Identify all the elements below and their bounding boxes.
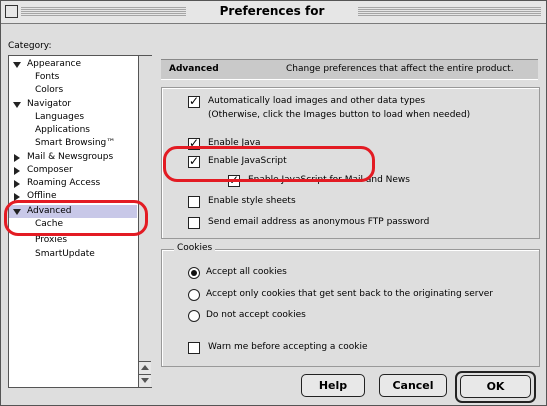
ok-button[interactable]: OK — [460, 375, 531, 398]
title-stripes-right — [358, 6, 541, 17]
collapsed-triangle-icon[interactable] — [14, 167, 20, 175]
tree-item-label: Languages — [35, 112, 85, 122]
enable-style-sheets-checkbox[interactable] — [188, 196, 200, 208]
help-button[interactable]: Help — [301, 374, 365, 397]
tree-item-mail-newsgroups[interactable]: Mail & Newsgroups — [9, 151, 137, 164]
panel-description: Change preferences that affect the entir… — [286, 64, 514, 74]
accept-all-cookies-label: Accept all cookies — [206, 267, 287, 277]
tree-item-label: SmartUpdate — [35, 249, 95, 259]
javascript-highlight-circle — [163, 146, 375, 182]
title-bar[interactable]: Preferences for — [1, 1, 546, 24]
send-email-ftp-label: Send email address as anonymous FTP pass… — [208, 217, 430, 227]
tree-item-label: Applications — [35, 125, 90, 135]
tree-item-navigator[interactable]: Navigator — [9, 98, 137, 111]
scroll-down-arrow[interactable] — [139, 374, 151, 387]
tree-item-smartupdate[interactable]: SmartUpdate — [9, 248, 137, 261]
tree-item-roaming-access[interactable]: Roaming Access — [9, 177, 137, 190]
advanced-highlight-circle — [4, 200, 148, 236]
tree-item-applications[interactable]: Applications — [9, 124, 137, 137]
auto-load-images-label: Automatically load images and other data… — [208, 96, 426, 106]
close-box[interactable] — [5, 5, 18, 18]
accept-originating-cookies-radio[interactable] — [188, 289, 200, 301]
auto-load-images-note: (Otherwise, click the Images button to l… — [208, 110, 471, 120]
panel-title: Advanced — [169, 64, 219, 74]
default-button-ring: OK — [455, 371, 536, 403]
expanded-triangle-icon[interactable] — [13, 102, 21, 108]
down-arrow-icon — [141, 378, 149, 383]
up-arrow-icon — [141, 365, 149, 370]
window-title: Preferences for — [186, 3, 358, 20]
expanded-triangle-icon[interactable] — [13, 62, 21, 68]
collapsed-triangle-icon[interactable] — [14, 154, 20, 162]
tree-item-colors[interactable]: Colors — [9, 84, 137, 97]
warn-cookie-checkbox[interactable] — [188, 342, 200, 354]
tree-item-composer[interactable]: Composer — [9, 164, 137, 177]
tree-item-label: Roaming Access — [27, 178, 101, 188]
tree-item-label: Fonts — [35, 72, 60, 82]
tree-item-label: Composer — [27, 165, 73, 175]
enable-style-sheets-label: Enable style sheets — [208, 196, 296, 206]
scroll-up-arrow[interactable] — [139, 361, 151, 374]
tree-item-appearance[interactable]: Appearance — [9, 58, 137, 71]
warn-cookie-label: Warn me before accepting a cookie — [208, 342, 368, 352]
collapsed-triangle-icon[interactable] — [14, 180, 20, 188]
send-email-ftp-checkbox[interactable] — [188, 217, 200, 229]
tree-item-label: Mail & Newsgroups — [27, 152, 114, 162]
preferences-window: Preferences for Category: Appearance Fon… — [0, 0, 547, 406]
tree-item-languages[interactable]: Languages — [9, 111, 137, 124]
do-not-accept-cookies-radio[interactable] — [188, 310, 200, 322]
accept-originating-cookies-label: Accept only cookies that get sent back t… — [206, 289, 494, 299]
panel-header: Advanced Change preferences that affect … — [161, 59, 538, 80]
tree-item-label: Navigator — [27, 99, 72, 109]
cancel-button[interactable]: Cancel — [379, 374, 447, 397]
tree-item-label: Smart Browsing™ — [35, 138, 116, 148]
tree-item-fonts[interactable]: Fonts — [9, 71, 137, 84]
tree-item-label: Colors — [35, 85, 64, 95]
tree-item-smart-browsing[interactable]: Smart Browsing™ — [9, 137, 137, 150]
cookies-group: Cookies Accept all cookies Accept only c… — [161, 243, 540, 367]
title-stripes-left — [21, 6, 186, 17]
tree-item-label: Appearance — [27, 59, 82, 69]
do-not-accept-cookies-label: Do not accept cookies — [206, 310, 306, 320]
auto-load-images-checkbox[interactable] — [188, 94, 200, 108]
accept-all-cookies-radio[interactable] — [188, 267, 200, 279]
cookies-group-label: Cookies — [174, 243, 216, 253]
category-label: Category: — [8, 41, 52, 51]
